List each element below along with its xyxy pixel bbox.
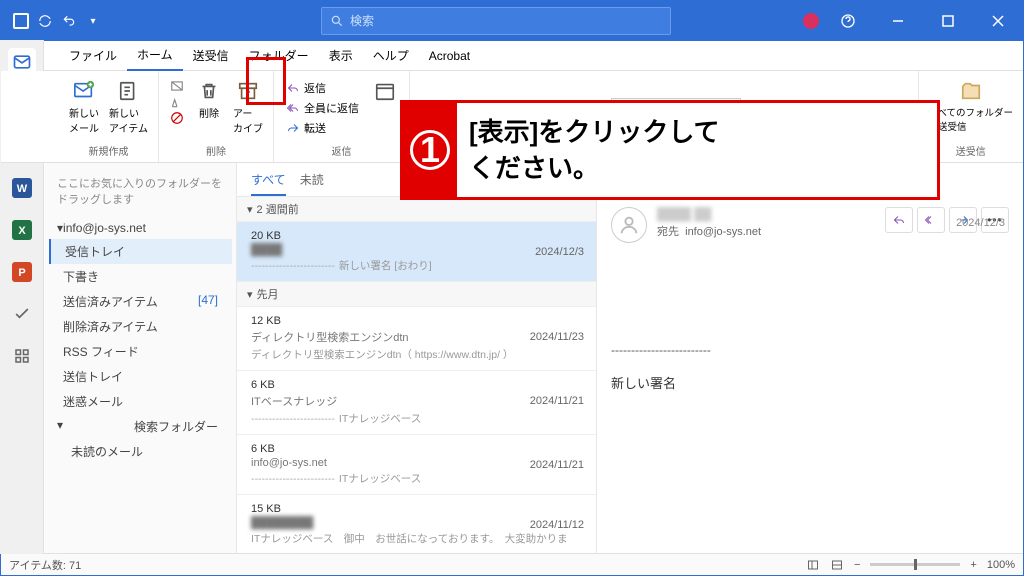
menu-tabs: ファイル ホーム 送受信 フォルダー 表示 ヘルプ Acrobat (1, 41, 1023, 71)
svg-text:P: P (18, 267, 25, 279)
ribbon-group-new: 新しい メール 新しい アイテム 新規作成 (59, 71, 159, 162)
reading-pane: ████████ testメール ████ ██ 宛先 info@jo-sys.… (597, 163, 1023, 553)
search-input[interactable] (350, 14, 662, 28)
new-mail-icon (70, 77, 98, 105)
trash-icon (195, 77, 223, 105)
favorites-drop-hint: ここにお気に入りのフォルダーをドラッグします (49, 171, 232, 217)
svg-text:X: X (18, 225, 26, 237)
view-normal-icon[interactable] (806, 559, 820, 571)
minimize-button[interactable] (877, 1, 919, 41)
folder-search[interactable]: ▾検索フォルダー (49, 414, 232, 439)
message-row[interactable]: 6 KB info@jo-sys.net ITナレッジベース 2024/11/2… (237, 435, 596, 495)
zoom-slider[interactable] (870, 563, 960, 566)
archive-label: アー カイブ (233, 105, 263, 135)
account-header[interactable]: ▾info@jo-sys.net (49, 217, 232, 239)
tab-all[interactable]: すべて (251, 171, 286, 196)
meeting-reply-button[interactable] (367, 75, 403, 107)
folder-inbox[interactable]: 受信トレイ (49, 239, 232, 264)
message-list-pane: すべて 未読 ▾2 週間前 20 KB ████ 新しい署名 [おわり] 202… (237, 163, 597, 553)
reply-all-button[interactable]: 全員に返信 (284, 99, 361, 117)
reply-all-action[interactable] (917, 207, 945, 233)
group-new-label: 新規作成 (89, 143, 129, 158)
zoom-value: 100% (987, 559, 1015, 571)
group-send-label: 送受信 (956, 143, 986, 158)
message-row[interactable]: 12 KB ディレクトリ型検索エンジンdtn ディレクトリ型検索エンジンdtn（… (237, 307, 596, 371)
search-icon (330, 14, 344, 28)
cleanup-icon[interactable] (169, 95, 185, 109)
tab-view[interactable]: 表示 (319, 41, 363, 70)
group-delete-label: 削除 (206, 143, 226, 158)
tab-file[interactable]: ファイル (59, 41, 127, 70)
ribbon-group-reply: 返信 全員に返信 転送 返信 (274, 71, 410, 162)
ignore-icon[interactable] (169, 79, 185, 93)
delete-button[interactable]: 削除 (191, 75, 227, 122)
zoom-in[interactable]: + (970, 559, 976, 571)
new-item-button[interactable]: 新しい アイテム (105, 75, 152, 137)
tab-home[interactable]: ホーム (127, 40, 183, 71)
junk-icon[interactable] (169, 111, 185, 125)
sig-dashes: ------------------------- (611, 343, 1009, 357)
rail-more[interactable] (8, 342, 36, 370)
status-bar: アイテム数: 71 − + 100% (1, 553, 1023, 575)
maximize-button[interactable] (927, 1, 969, 41)
reply-action[interactable] (885, 207, 913, 233)
app-icon (13, 13, 29, 29)
reply-button[interactable]: 返信 (284, 79, 361, 97)
group-lastmonth[interactable]: ▾先月 (237, 282, 596, 307)
message-row[interactable]: 20 KB ████ 新しい署名 [おわり] 2024/12/3 (237, 222, 596, 282)
tab-help[interactable]: ヘルプ (363, 41, 419, 70)
meeting-icon (371, 77, 399, 105)
close-button[interactable] (977, 1, 1019, 41)
item-count: アイテム数: 71 (9, 557, 81, 573)
folder-junk[interactable]: 迷惑メール (49, 389, 232, 414)
delete-label: 削除 (199, 105, 219, 120)
rail-word[interactable]: W (8, 174, 36, 202)
new-item-label: 新しい アイテム (109, 105, 148, 135)
tab-acrobat[interactable]: Acrobat (419, 43, 480, 69)
sync-icon[interactable] (37, 13, 53, 29)
folder-sent[interactable]: 送信済みアイテム[47] (49, 289, 232, 314)
mail-date: 2024/12/3 (956, 217, 1005, 229)
folder-rss[interactable]: RSS フィード (49, 339, 232, 364)
help-icon[interactable] (827, 1, 869, 41)
callout-text: [表示]をクリックして ください。 (457, 114, 720, 187)
new-mail-label: 新しい メール (69, 105, 99, 135)
folder-deleted[interactable]: 削除済みアイテム (49, 314, 232, 339)
recipient-line: 宛先 info@jo-sys.net (657, 223, 761, 239)
undo-icon[interactable] (61, 13, 77, 29)
message-row[interactable]: 15 KB ████████ ITナレッジベース 御中 お世話になっております。… (237, 495, 596, 553)
search-bar[interactable] (321, 7, 671, 35)
annotation-callout: 1 [表示]をクリックして ください。 (400, 100, 940, 200)
rail-excel[interactable]: X (8, 216, 36, 244)
folder-drafts[interactable]: 下書き (49, 264, 232, 289)
new-item-icon (115, 77, 143, 105)
group-2weeks[interactable]: ▾2 週間前 (237, 197, 596, 222)
overflow-icon[interactable]: ▾ (85, 13, 101, 29)
svg-text:W: W (16, 183, 27, 195)
message-row[interactable]: 6 KB ITベースナレッジ ITナレッジベース 2024/11/21 (237, 371, 596, 435)
folder-outbox[interactable]: 送信トレイ (49, 364, 232, 389)
account-avatar[interactable] (803, 13, 819, 29)
tab-sendrecv[interactable]: 送受信 (183, 41, 239, 70)
rail-todo[interactable] (8, 300, 36, 328)
send-all-label: すべてのフォルダー を送受信 (929, 105, 1013, 133)
sender-name: ████ ██ (657, 207, 761, 221)
body: ここにお気に入りのフォルダーをドラッグします ▾info@jo-sys.net … (1, 163, 1023, 553)
sender-avatar (611, 207, 647, 243)
rail-powerpoint[interactable]: P (8, 258, 36, 286)
callout-number: 1 (403, 103, 457, 197)
view-reading-icon[interactable] (830, 559, 844, 571)
outlook-window: ▾ W X P ファイル ホーム 送受信 フォルダー 表示 ヘルプ Acroba… (0, 0, 1024, 576)
folder-unread[interactable]: 未読のメール (49, 439, 232, 464)
titlebar: ▾ (1, 1, 1023, 41)
folder-sync-icon (957, 77, 985, 105)
folder-pane: ここにお気に入りのフォルダーをドラッグします ▾info@jo-sys.net … (45, 163, 237, 553)
group-reply-label: 返信 (332, 143, 352, 158)
new-mail-button[interactable]: 新しい メール (65, 75, 103, 137)
forward-button[interactable]: 転送 (284, 119, 361, 137)
signature-text: 新しい署名 (611, 373, 1009, 392)
annotation-highlight-view-tab (246, 57, 286, 105)
tab-unread-filter[interactable]: 未読 (300, 171, 324, 196)
zoom-out[interactable]: − (854, 559, 860, 571)
